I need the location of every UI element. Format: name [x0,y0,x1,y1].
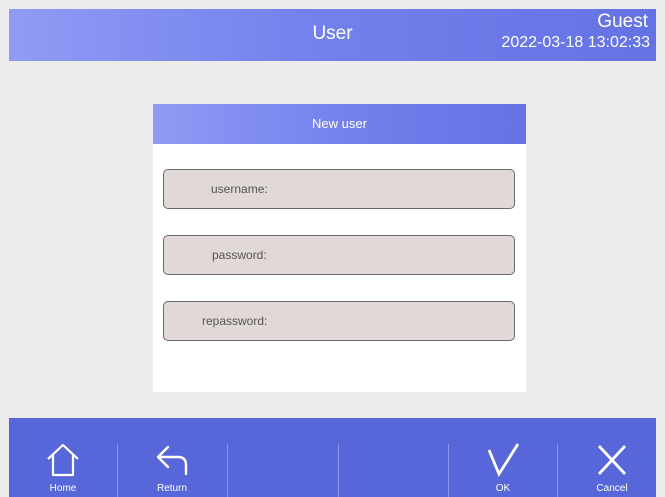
repassword-label: repassword: [202,314,268,328]
ok-button[interactable]: OK [449,418,557,497]
datetime-display: 2022-03-18 13:02:33 [501,34,650,51]
username-label: username: [211,182,268,196]
repassword-input[interactable] [276,302,506,340]
password-input[interactable] [276,236,506,274]
username-input[interactable] [276,170,506,208]
cancel-button[interactable]: Cancel [558,418,665,497]
ok-label: OK [495,483,511,494]
empty-slot-1 [228,418,336,497]
dialog-title: New user [153,104,526,144]
close-icon [597,445,627,475]
check-icon [487,443,520,478]
return-label: Return [156,483,187,494]
password-label: password: [212,248,267,262]
password-field[interactable]: password: [163,235,515,275]
home-icon [47,443,79,477]
return-button[interactable]: Return [118,418,226,497]
new-user-dialog: New user username: password: repassword: [153,104,526,392]
home-label: Home [49,483,77,494]
cancel-label: Cancel [596,483,628,494]
current-user: Guest [597,11,648,32]
empty-slot-2 [339,418,447,497]
repassword-field[interactable]: repassword: [163,301,515,341]
username-field[interactable]: username: [163,169,515,209]
return-arrow-icon [156,445,188,476]
bottom-toolbar: Home Return OK Cancel [9,418,656,497]
home-button[interactable]: Home [9,418,117,497]
title-bar: User Guest 2022-03-18 13:02:33 [9,9,656,61]
